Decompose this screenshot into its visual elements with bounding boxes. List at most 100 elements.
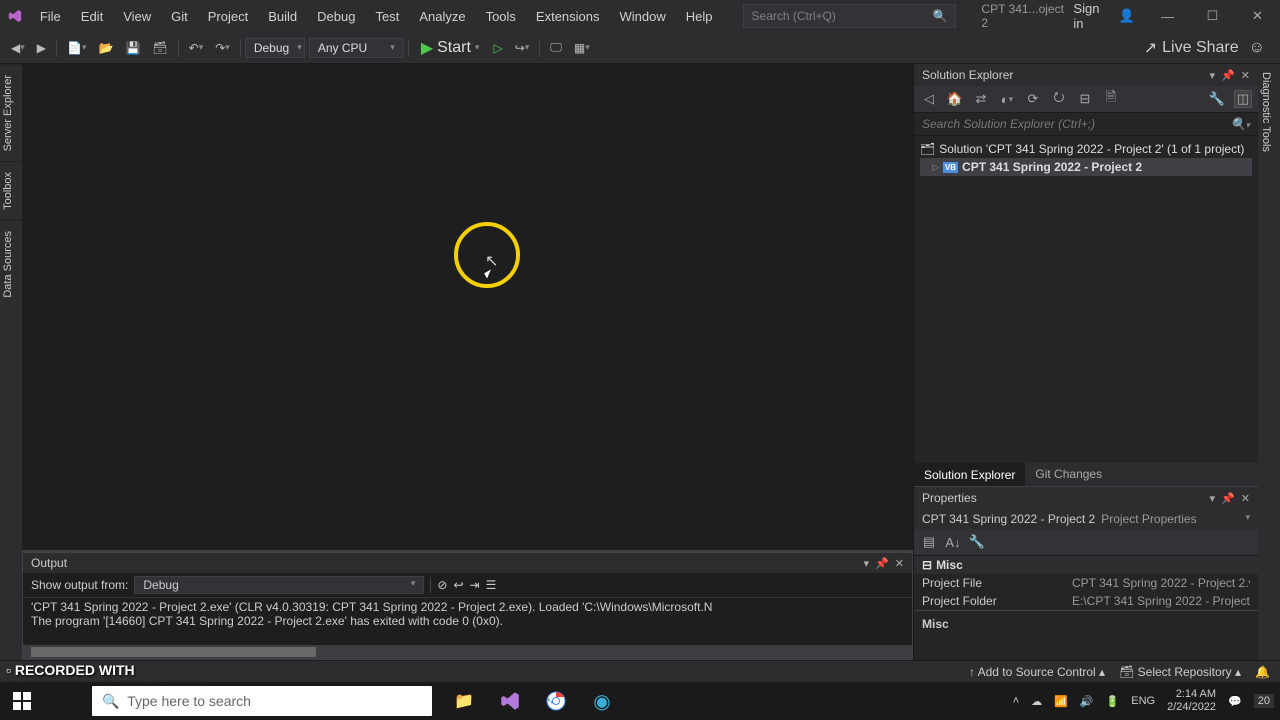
save-all-button[interactable]: 🗃 <box>146 38 173 58</box>
output-h-scrollbar[interactable] <box>23 645 912 659</box>
property-object-selector[interactable]: CPT 341 Spring 2022 - Project 2 Project … <box>914 509 1258 529</box>
collapse-all-icon[interactable]: ⊟ <box>1076 90 1094 108</box>
battery-icon[interactable]: 🔋 <box>1106 695 1120 708</box>
toggle-wrap-icon[interactable]: ↩ <box>453 578 463 592</box>
project-node[interactable]: ▷ VB CPT 341 Spring 2022 - Project 2 <box>920 158 1252 176</box>
panel-close-icon[interactable]: ✕ <box>1241 69 1250 82</box>
panel-close-icon[interactable]: ✕ <box>1241 492 1250 505</box>
tray-expand-icon[interactable]: ˄ <box>1013 695 1019 707</box>
open-button[interactable]: 📂 <box>92 38 119 58</box>
taskbar-clock[interactable]: 2:14 AM 2/24/2022 <box>1167 688 1216 714</box>
taskbar-search[interactable]: 🔍 Type here to search <box>92 686 432 716</box>
git-changes-tab[interactable]: Git Changes <box>1025 463 1112 486</box>
clear-all-icon[interactable]: ⊘ <box>437 578 447 592</box>
menu-build[interactable]: Build <box>258 3 307 30</box>
title-bar: File Edit View Git Project Build Debug T… <box>0 0 1280 32</box>
diagnostic-tools-tab[interactable]: Diagnostic Tools <box>1258 64 1274 160</box>
menu-test[interactable]: Test <box>365 3 409 30</box>
menu-view[interactable]: View <box>113 3 161 30</box>
menu-file[interactable]: File <box>30 3 71 30</box>
property-row[interactable]: Project File CPT 341 Spring 2022 - Proje… <box>914 574 1258 592</box>
misc-category[interactable]: ⊟Misc <box>914 556 1258 574</box>
maximize-button[interactable]: ☐ <box>1190 0 1235 32</box>
sync-icon[interactable]: ⟳ <box>1024 90 1042 108</box>
step-button[interactable]: ↪▾ <box>509 38 536 58</box>
menu-edit[interactable]: Edit <box>71 3 113 30</box>
alphabetical-icon[interactable]: A↓ <box>944 533 962 551</box>
preview-icon[interactable]: ◫ <box>1234 90 1252 108</box>
server-explorer-tab[interactable]: Server Explorer <box>0 64 22 161</box>
menu-git[interactable]: Git <box>161 3 198 30</box>
pin-icon[interactable]: 📌 <box>875 557 889 570</box>
window-position-icon[interactable]: ▾ <box>864 557 870 570</box>
solution-config-combo[interactable]: Debug▾ <box>245 38 305 58</box>
window-position-icon[interactable]: ▾ <box>1210 69 1216 82</box>
properties-panel: Properties ▾ 📌 ✕ CPT 341 Spring 2022 - P… <box>914 486 1258 660</box>
nav-fwd-button[interactable]: ▶ <box>31 38 52 58</box>
indent-icon[interactable]: ⇥ <box>470 578 480 592</box>
start-debug-button[interactable]: ▶ Start ▾ <box>413 36 488 60</box>
solution-node[interactable]: 🗂 Solution 'CPT 341 Spring 2022 - Projec… <box>920 140 1252 158</box>
menu-debug[interactable]: Debug <box>307 3 365 30</box>
close-button[interactable]: ✕ <box>1235 0 1280 32</box>
menu-window[interactable]: Window <box>610 3 676 30</box>
visual-studio-app[interactable] <box>488 682 532 720</box>
output-source-combo[interactable]: Debug ▾ <box>134 576 424 594</box>
solution-explorer-bottom-tab[interactable]: Solution Explorer <box>914 463 1025 486</box>
onedrive-icon[interactable]: ☁ <box>1031 695 1042 708</box>
new-project-button[interactable]: 📄▾ <box>61 38 92 58</box>
categorized-icon[interactable]: ▤ <box>920 533 938 551</box>
browser-link-button[interactable]: 🖵 <box>544 37 568 58</box>
nav-back-button[interactable]: ◀ ▾ <box>5 38 31 58</box>
menu-help[interactable]: Help <box>676 3 723 30</box>
minimize-button[interactable]: — <box>1145 0 1190 32</box>
output-text[interactable]: 'CPT 341 Spring 2022 - Project 2.exe' (C… <box>23 598 912 645</box>
sign-in-button[interactable]: Sign in 👤 <box>1073 1 1135 31</box>
solution-search[interactable]: Search Solution Explorer (Ctrl+;) 🔍▾ <box>914 113 1258 136</box>
add-source-control-button[interactable]: ↑ Add to Source Control ▴ <box>969 665 1105 679</box>
volume-icon[interactable]: 🔊 <box>1080 695 1094 708</box>
chrome-app[interactable] <box>534 682 578 720</box>
pending-filter-icon[interactable]: ◐▾ <box>998 90 1016 108</box>
solution-platform-combo[interactable]: Any CPU▾ <box>309 38 404 58</box>
pin-icon[interactable]: 📌 <box>1221 492 1235 505</box>
back-icon[interactable]: ◁ <box>920 90 938 108</box>
property-key: Project Folder <box>922 594 1072 608</box>
quick-launch-search[interactable]: Search (Ctrl+Q) 🔍 <box>743 4 957 28</box>
taskbar-count: 20 <box>1254 694 1274 708</box>
panel-close-icon[interactable]: ✕ <box>895 557 904 570</box>
properties-icon[interactable]: 🔧 <box>1208 90 1226 108</box>
window-position-icon[interactable]: ▾ <box>1210 492 1216 505</box>
menu-tools[interactable]: Tools <box>476 3 526 30</box>
undo-button[interactable]: ↶▾ <box>183 38 210 58</box>
toolbox-tab[interactable]: Toolbox <box>0 161 22 220</box>
feedback-icon[interactable]: ☺ <box>1249 39 1265 57</box>
show-all-files-icon[interactable]: 🗎 <box>1102 90 1120 108</box>
screencast-app[interactable]: ◉ <box>580 682 624 720</box>
save-button[interactable]: 💾 <box>119 38 146 58</box>
menu-project[interactable]: Project <box>198 3 258 30</box>
property-pages-icon[interactable]: 🔧 <box>968 533 986 551</box>
live-share-button[interactable]: ↗ Live Share <box>1144 38 1239 58</box>
wifi-icon[interactable]: 📶 <box>1054 695 1068 708</box>
select-repo-button[interactable]: 🗃 Select Repository ▴ <box>1119 665 1241 679</box>
menu-extensions[interactable]: Extensions <box>526 3 610 30</box>
home-icon[interactable]: 🏠 <box>946 90 964 108</box>
layout-button[interactable]: ▦▾ <box>568 38 596 58</box>
refresh-icon[interactable]: ⭮ <box>1050 90 1068 108</box>
menu-analyze[interactable]: Analyze <box>409 3 475 30</box>
start-without-debug-button[interactable]: ▷ <box>487 38 508 58</box>
start-button[interactable] <box>0 692 44 710</box>
property-row[interactable]: Project Folder E:\CPT 341 Spring 2022 - … <box>914 592 1258 610</box>
file-explorer-app[interactable]: 📁 <box>442 682 486 720</box>
notification-icon[interactable]: 🔔 <box>1255 665 1270 679</box>
data-sources-tab[interactable]: Data Sources <box>0 220 22 308</box>
action-center-icon[interactable]: 💬 <box>1228 695 1242 708</box>
switch-views-icon[interactable]: ⇄ <box>972 90 990 108</box>
list-icon[interactable]: ☰ <box>486 578 497 592</box>
redo-button[interactable]: ↷▾ <box>209 38 236 58</box>
pin-icon[interactable]: 📌 <box>1221 69 1235 82</box>
language-indicator[interactable]: ENG <box>1131 695 1155 707</box>
expand-icon[interactable]: ▷ <box>932 162 939 173</box>
solution-tree[interactable]: 🗂 Solution 'CPT 341 Spring 2022 - Projec… <box>914 136 1258 463</box>
